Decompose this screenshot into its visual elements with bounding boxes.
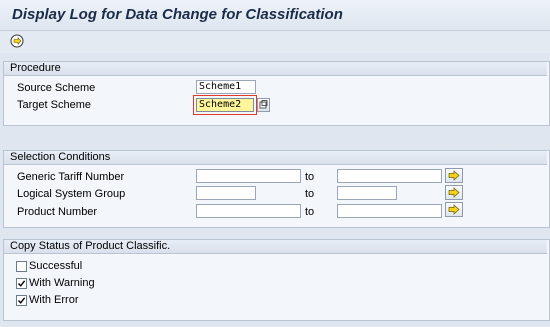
product-number-label: Product Number [17,206,98,218]
target-scheme-field[interactable]: Scheme2 [196,98,254,112]
to-label: to [305,188,315,200]
logical-system-group-to-field[interactable] [337,186,397,200]
execute-clock-icon[interactable] [10,34,24,48]
generic-tariff-number-label: Generic Tariff Number [17,171,125,183]
application-toolbar [0,31,550,53]
copy-status-title: Copy Status of Product Classific. [10,240,171,252]
source-scheme-label: Source Scheme [17,82,96,94]
arrow-right-icon [448,187,460,198]
search-help-button[interactable] [257,98,270,112]
with-warning-label: With Warning [29,277,95,289]
logical-system-group-from-field[interactable] [196,186,256,200]
selection-conditions-title: Selection Conditions [10,151,111,163]
with-error-label: With Error [29,294,79,306]
checkmark-icon [17,280,26,287]
product-number-from-field[interactable] [196,204,301,218]
with-error-checkbox[interactable] [16,295,27,306]
product-number-to-field[interactable] [337,204,442,218]
checkmark-icon [17,297,26,304]
with-warning-checkbox[interactable] [16,278,27,289]
successful-label: Successful [29,260,83,272]
multiple-selection-button[interactable] [445,185,463,200]
source-scheme-field[interactable]: Scheme1 [196,80,256,94]
multiple-selection-button[interactable] [445,168,463,183]
logical-system-group-label: Logical System Group [17,188,126,200]
window-title: Display Log for Data Change for Classifi… [12,6,343,23]
to-label: to [305,171,315,183]
generic-tariff-number-from-field[interactable] [196,169,301,183]
search-help-icon [259,100,268,109]
arrow-right-icon [448,204,460,215]
procedure-group-header [4,62,547,76]
multiple-selection-button[interactable] [445,202,463,217]
generic-tariff-number-to-field[interactable] [337,169,442,183]
target-scheme-label: Target Scheme [17,99,91,111]
successful-checkbox[interactable] [16,261,27,272]
to-label: to [305,206,315,218]
arrow-right-icon [448,170,460,181]
procedure-group-title: Procedure [10,62,61,74]
